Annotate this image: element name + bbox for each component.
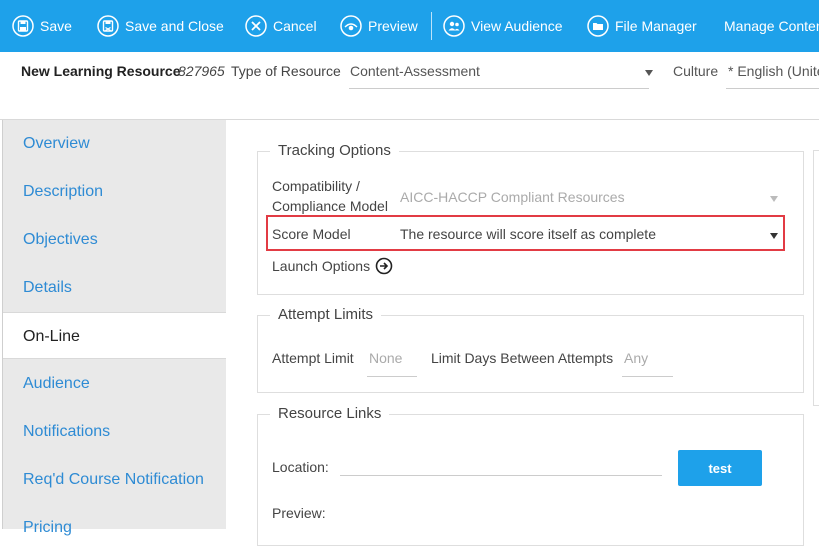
- resource-info-bar: New Learning Resource 827965 Type of Res…: [0, 52, 819, 120]
- save-button[interactable]: Save: [12, 0, 72, 52]
- chevron-down-icon: [645, 70, 653, 76]
- manage-content-button[interactable]: Manage Conten: [724, 0, 819, 52]
- location-label: Location:: [272, 459, 329, 475]
- type-of-resource-value: Content-Assessment: [350, 63, 480, 79]
- limit-days-label: Limit Days Between Attempts: [431, 350, 614, 366]
- resource-links-legend: Resource Links: [270, 405, 390, 422]
- sidebar-item-overview[interactable]: Overview: [3, 120, 227, 167]
- sidebar-item-label: On-Line: [23, 328, 80, 345]
- sidebar-item-pricing[interactable]: Pricing: [3, 504, 227, 551]
- file-manager-button[interactable]: File Manager: [587, 0, 697, 52]
- arrow-right-circle-icon: [375, 257, 393, 275]
- limit-days-input[interactable]: Any: [622, 343, 673, 377]
- sidebar-item-label: Objectives: [23, 231, 98, 248]
- audience-people-icon: [443, 15, 465, 37]
- sidebar-item-label: Notifications: [23, 423, 111, 440]
- limit-days-value: Any: [624, 350, 649, 366]
- save-close-icon: [97, 15, 119, 37]
- sidebar-item-description[interactable]: Description: [3, 168, 227, 215]
- sidebar-item-notifications[interactable]: Notifications: [3, 408, 227, 455]
- cancel-button[interactable]: Cancel: [245, 0, 317, 52]
- sidebar-item-on-line[interactable]: On-Line: [3, 312, 227, 359]
- tracking-options-legend: Tracking Options: [270, 142, 399, 159]
- chevron-down-icon: [770, 196, 778, 202]
- sidebar-item-label: Audience: [23, 375, 90, 392]
- cancel-label: Cancel: [273, 18, 317, 34]
- floppy-disk-icon: [12, 15, 34, 37]
- toolbar: Save Save and Close Cancel Preview View …: [0, 0, 819, 52]
- score-model-highlight: [266, 215, 785, 251]
- manage-content-label: Manage Conten: [724, 18, 819, 34]
- type-of-resource-select[interactable]: Content-Assessment: [349, 56, 653, 89]
- attempt-limit-input[interactable]: None: [367, 343, 417, 377]
- sidebar-item-label: Pricing: [23, 519, 72, 536]
- save-and-close-label: Save and Close: [125, 18, 224, 34]
- preview-button[interactable]: Preview: [340, 0, 418, 52]
- sidebar-item-label: Details: [23, 279, 72, 296]
- preview-label: Preview: [368, 18, 418, 34]
- launch-options-label: Launch Options: [272, 258, 371, 274]
- attempt-limits-legend: Attempt Limits: [270, 306, 382, 323]
- sidebar-item-reqd-course-notification[interactable]: Req'd Course Notification: [3, 456, 227, 503]
- test-button[interactable]: test: [678, 450, 762, 486]
- right-panel-edge: [813, 150, 819, 406]
- view-audience-label: View Audience: [471, 18, 563, 34]
- culture-label: Culture: [673, 63, 719, 79]
- save-label: Save: [40, 18, 72, 34]
- compatibility-label-line2: Compliance Model: [272, 198, 388, 214]
- cancel-x-icon: [245, 15, 267, 37]
- folder-icon: [587, 15, 609, 37]
- compatibility-model-select[interactable]: AICC-HACCP Compliant Resources: [398, 180, 784, 210]
- culture-select[interactable]: * English (Unite: [726, 56, 819, 89]
- sidebar-item-objectives[interactable]: Objectives: [3, 216, 227, 263]
- compatibility-model-value: AICC-HACCP Compliant Resources: [400, 189, 625, 205]
- save-and-close-button[interactable]: Save and Close: [97, 0, 224, 52]
- view-audience-button[interactable]: View Audience: [443, 0, 563, 52]
- toolbar-separator: [431, 12, 432, 40]
- sidebar-item-label: Overview: [23, 135, 90, 152]
- attempt-limit-value: None: [369, 350, 403, 366]
- sidebar-item-details[interactable]: Details: [3, 264, 227, 311]
- culture-value: * English (Unite: [728, 63, 819, 79]
- sidebar-item-label: Description: [23, 183, 104, 200]
- compatibility-label-line1: Compatibility /: [272, 178, 360, 194]
- preview-eye-icon: [340, 15, 362, 37]
- resource-id: 827965: [178, 63, 225, 79]
- location-input[interactable]: [340, 450, 662, 476]
- preview-link-label: Preview:: [272, 505, 326, 521]
- sidebar-item-label: Req'd Course Notification: [23, 471, 204, 488]
- attempt-limit-label: Attempt Limit: [272, 350, 354, 366]
- resource-title: New Learning Resource: [21, 63, 181, 79]
- file-manager-label: File Manager: [615, 18, 697, 34]
- sidebar-item-audience[interactable]: Audience: [3, 360, 227, 407]
- type-of-resource-label: Type of Resource: [231, 63, 341, 79]
- sidebar-nav: Overview Description Objectives Details …: [2, 120, 227, 536]
